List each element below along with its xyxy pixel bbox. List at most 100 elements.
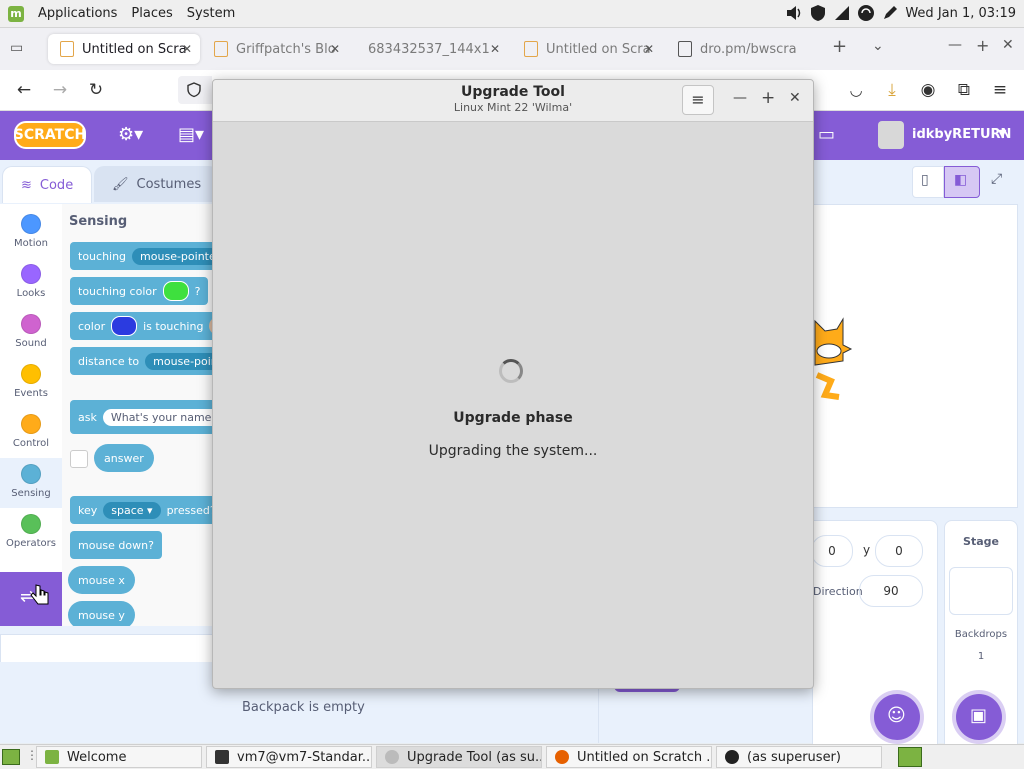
menu-places[interactable]: Places <box>131 6 172 21</box>
username[interactable]: idkbyRETURN <box>912 127 1011 142</box>
taskbar-item-terminal[interactable]: vm7@vm7-Standar... <box>206 746 372 768</box>
forward-arrow-icon[interactable]: → <box>48 78 72 102</box>
window-close-icon[interactable]: ✕ <box>1002 37 1014 53</box>
large-stage-button[interactable]: ◧ <box>944 166 980 198</box>
block-color-touching[interactable]: color is touching <box>70 312 212 340</box>
volume-icon[interactable] <box>785 4 803 22</box>
scratch-logo[interactable]: SCRATCH <box>14 121 86 149</box>
dialog-subtitle: Linux Mint 22 'Wilma' <box>453 101 573 114</box>
backpack-header[interactable] <box>0 634 214 664</box>
category-looks[interactable]: Looks <box>0 258 62 308</box>
folder-icon[interactable]: ▭ <box>818 124 835 145</box>
show-desktop-icon[interactable] <box>2 749 20 765</box>
tab-griffpatch[interactable]: Griffpatch's Blo ✕ <box>202 34 348 64</box>
desktop-top-panel: m Applications Places System Wed Jan 1, … <box>0 0 1024 28</box>
block-distance-to[interactable]: distance tomouse-pointer <box>70 347 212 375</box>
block-touching[interactable]: touchingmouse-pointer <box>70 242 212 270</box>
category-sensing[interactable]: Sensing <box>0 458 62 508</box>
settings-gear-icon[interactable]: ⚙▾ <box>118 124 143 145</box>
choose-backdrop-button[interactable]: ▣ <box>956 694 1002 740</box>
tab-favicon-icon <box>60 41 74 57</box>
block-touching-color[interactable]: touching color? <box>70 277 209 305</box>
category-events[interactable]: Events <box>0 358 62 408</box>
block-key-pressed[interactable]: key space ▾ pressed? <box>70 496 212 524</box>
bottom-taskbar: ⋮ Welcome vm7@vm7-Standar... Upgrade Too… <box>0 744 1024 769</box>
dialog-minimize-icon[interactable]: — <box>733 90 747 106</box>
block-answer[interactable]: answer <box>94 444 154 472</box>
tab-favicon-icon <box>214 41 228 57</box>
reload-icon[interactable]: ↻ <box>84 78 108 102</box>
dialog-menu-button[interactable]: ≡ <box>682 85 714 115</box>
shield-icon[interactable] <box>809 4 827 22</box>
tab-costumes[interactable]: 🖌 Costumes <box>94 166 220 202</box>
new-tab-button[interactable]: + <box>832 36 847 57</box>
answer-checkbox[interactable] <box>70 450 88 468</box>
url-bar[interactable] <box>178 76 212 104</box>
block-mouse-y[interactable]: mouse y <box>68 601 135 626</box>
taskbar-item-firefox[interactable]: Untitled on Scratch ... <box>546 746 712 768</box>
stage[interactable] <box>812 204 1018 508</box>
update-manager-icon[interactable] <box>898 747 922 767</box>
small-stage-button[interactable]: ▯ <box>912 166 944 198</box>
network-icon[interactable] <box>833 4 851 22</box>
category-motion[interactable]: Motion <box>0 208 62 258</box>
tab-untitled-scratch-1[interactable]: Untitled on Scra ✕ <box>48 34 200 64</box>
firefox-icon <box>555 750 569 764</box>
tracking-shield-icon[interactable] <box>186 82 202 98</box>
tab-favicon-icon <box>678 41 692 57</box>
dialog-header[interactable]: Upgrade Tool Linux Mint 22 'Wilma' ≡ — +… <box>213 80 813 122</box>
clock[interactable]: Wed Jan 1, 03:19 <box>905 6 1016 21</box>
chevron-down-icon[interactable]: ⌄ <box>872 38 884 54</box>
sprite-y-input[interactable]: 0 <box>875 535 923 567</box>
download-icon[interactable]: ⤓ <box>880 78 904 102</box>
dialog-close-icon[interactable]: ✕ <box>789 90 801 106</box>
palette-heading: Sensing <box>69 214 128 229</box>
extensions-icon[interactable]: ⧉ <box>952 78 976 102</box>
block-ask[interactable]: ask What's your name? <box>70 400 212 434</box>
sprite-y-label: y <box>863 543 871 557</box>
cat-sprite-icon[interactable] <box>809 315 855 405</box>
close-icon[interactable]: ✕ <box>644 42 654 56</box>
tab-label: Griffpatch's Blo <box>236 41 336 57</box>
choose-sprite-button[interactable]: ☺ <box>874 694 920 740</box>
close-icon[interactable]: ✕ <box>182 42 192 56</box>
app-tray-icon[interactable] <box>857 4 875 22</box>
tab-dro-pm[interactable]: dro.pm/bwscra <box>666 34 816 64</box>
dialog-maximize-icon[interactable]: + <box>761 88 775 108</box>
block-mouse-x[interactable]: mouse x <box>68 566 135 594</box>
browser-tab-bar: ▭ Untitled on Scra ✕ Griffpatch's Blo ✕ … <box>0 28 1024 70</box>
pocket-icon[interactable]: ◡ <box>844 78 868 102</box>
block-mouse-down[interactable]: mouse down? <box>70 531 162 559</box>
category-operators[interactable]: Operators <box>0 508 62 558</box>
direction-input[interactable]: 90 <box>859 575 923 607</box>
sprite-x-input[interactable]: 0 <box>811 535 853 567</box>
menu-applications[interactable]: Applications <box>38 6 117 21</box>
backdrops-label: Backdrops <box>954 629 1008 640</box>
close-icon[interactable]: ✕ <box>330 42 340 56</box>
stage-thumbnail[interactable] <box>949 567 1013 615</box>
category-sound[interactable]: Sound <box>0 308 62 358</box>
pen-icon[interactable] <box>881 4 899 22</box>
tab-image[interactable]: 683432537_144x1 ✕ <box>352 34 508 64</box>
back-arrow-icon[interactable]: ← <box>12 78 36 102</box>
menu-system[interactable]: System <box>187 6 235 21</box>
tab-code[interactable]: ≋ Code <box>2 166 93 203</box>
file-menu-icon[interactable]: ▤▾ <box>178 124 204 145</box>
mint-logo-icon[interactable]: m <box>8 5 24 22</box>
minimize-icon[interactable]: — <box>948 37 962 53</box>
taskbar-item-welcome[interactable]: Welcome <box>36 746 202 768</box>
tab-untitled-scratch-2[interactable]: Untitled on Scra ✕ <box>512 34 662 64</box>
taskbar-item-upgrade-tool[interactable]: Upgrade Tool (as su... <box>376 746 542 768</box>
taskbar-item-superuser[interactable]: (as superuser) <box>716 746 882 768</box>
fullscreen-icon: ⤢ <box>991 171 1003 187</box>
maximize-icon[interactable]: + <box>976 36 989 55</box>
tab-overview-icon[interactable]: ▭ <box>10 40 23 56</box>
category-control[interactable]: Control <box>0 408 62 458</box>
hamburger-menu-icon: ≡ <box>691 90 705 109</box>
account-chevron-down-icon[interactable]: ▼ <box>998 127 1006 140</box>
hamburger-menu-icon[interactable]: ≡ <box>988 78 1012 102</box>
avatar[interactable] <box>878 121 904 149</box>
close-icon[interactable]: ✕ <box>490 42 500 56</box>
account-icon[interactable]: ◉ <box>916 78 940 102</box>
fullscreen-button[interactable]: ⤢ <box>984 166 1014 196</box>
